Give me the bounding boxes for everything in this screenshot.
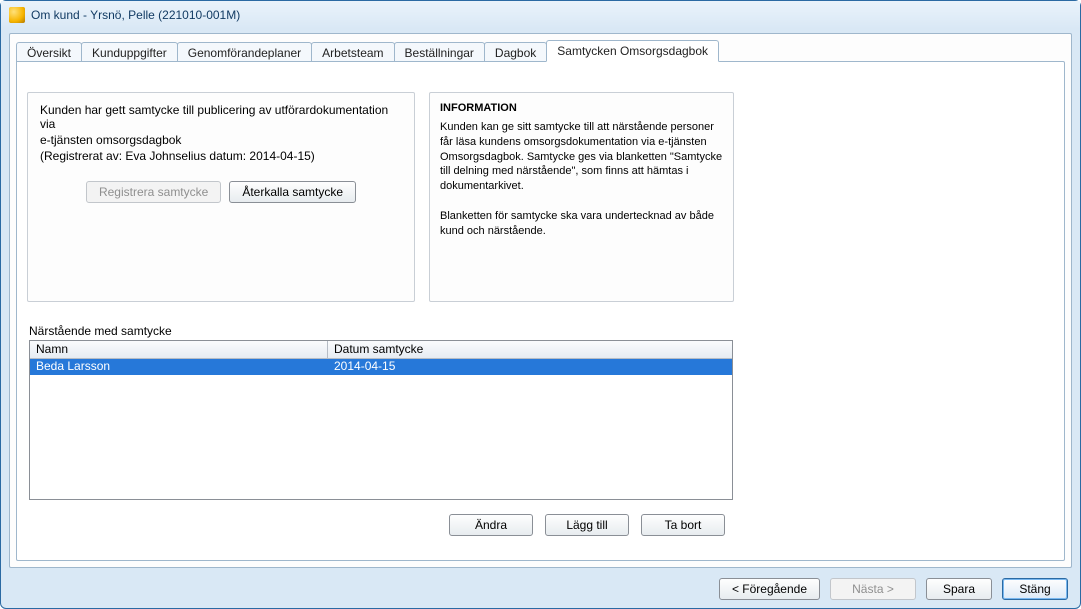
window-title: Om kund - Yrsnö, Pelle (221010-001M) <box>31 8 240 22</box>
table-row[interactable]: Beda Larsson 2014-04-15 <box>30 359 732 375</box>
information-paragraph-2: Blanketten för samtycke ska vara underte… <box>440 209 723 239</box>
cell-name: Beda Larsson <box>30 359 328 375</box>
register-consent-button: Registrera samtycke <box>86 181 221 203</box>
window: Om kund - Yrsnö, Pelle (221010-001M) Öve… <box>0 0 1081 609</box>
add-button[interactable]: Lägg till <box>545 514 629 536</box>
column-header-name[interactable]: Namn <box>30 341 328 358</box>
information-heading: INFORMATION <box>440 101 723 116</box>
app-icon <box>9 7 25 23</box>
relatives-button-row: Ändra Lägg till Ta bort <box>29 514 733 536</box>
tab-dagbok[interactable]: Dagbok <box>484 42 547 62</box>
tab-oversikt[interactable]: Översikt <box>16 42 82 62</box>
relatives-table-header: Namn Datum samtycke <box>30 341 732 359</box>
relatives-section-label: Närstående med samtycke <box>29 324 172 338</box>
tab-bestallningar[interactable]: Beställningar <box>394 42 485 62</box>
edit-button[interactable]: Ändra <box>449 514 533 536</box>
revoke-consent-button[interactable]: Återkalla samtycke <box>229 181 356 203</box>
client-area: Översikt Kunduppgifter Genomförandeplane… <box>9 33 1072 568</box>
column-header-date[interactable]: Datum samtycke <box>328 341 732 358</box>
information-panel: INFORMATION Kunden kan ge sitt samtycke … <box>429 92 734 302</box>
consent-button-row: Registrera samtycke Återkalla samtycke <box>40 181 402 203</box>
tab-kunduppgifter[interactable]: Kunduppgifter <box>81 42 178 62</box>
tab-samtycken-omsorgsdagbok[interactable]: Samtycken Omsorgsdagbok <box>546 40 719 62</box>
save-button[interactable]: Spara <box>926 578 992 600</box>
consent-text-line3: (Registrerat av: Eva Johnselius datum: 2… <box>40 149 402 163</box>
cell-date: 2014-04-15 <box>328 359 732 375</box>
previous-button[interactable]: < Föregående <box>719 578 820 600</box>
information-paragraph-1: Kunden kan ge sitt samtycke till att när… <box>440 120 723 194</box>
consent-text-line2: e-tjänsten omsorgsdagbok <box>40 133 402 147</box>
tabpage-samtycken: Kunden har gett samtycke till publicerin… <box>16 61 1065 561</box>
titlebar: Om kund - Yrsnö, Pelle (221010-001M) <box>1 1 1080 29</box>
tabstrip: Översikt Kunduppgifter Genomförandeplane… <box>16 40 1065 62</box>
remove-button[interactable]: Ta bort <box>641 514 725 536</box>
consent-panel: Kunden har gett samtycke till publicerin… <box>27 92 415 302</box>
close-button[interactable]: Stäng <box>1002 578 1068 600</box>
next-button: Nästa > <box>830 578 916 600</box>
tab-arbetsteam[interactable]: Arbetsteam <box>311 42 394 62</box>
consent-text-line1: Kunden har gett samtycke till publicerin… <box>40 103 402 131</box>
relatives-table[interactable]: Namn Datum samtycke Beda Larsson 2014-04… <box>29 340 733 500</box>
footer-button-row: < Föregående Nästa > Spara Stäng <box>719 578 1068 600</box>
tab-genomforandeplaner[interactable]: Genomförandeplaner <box>177 42 312 62</box>
